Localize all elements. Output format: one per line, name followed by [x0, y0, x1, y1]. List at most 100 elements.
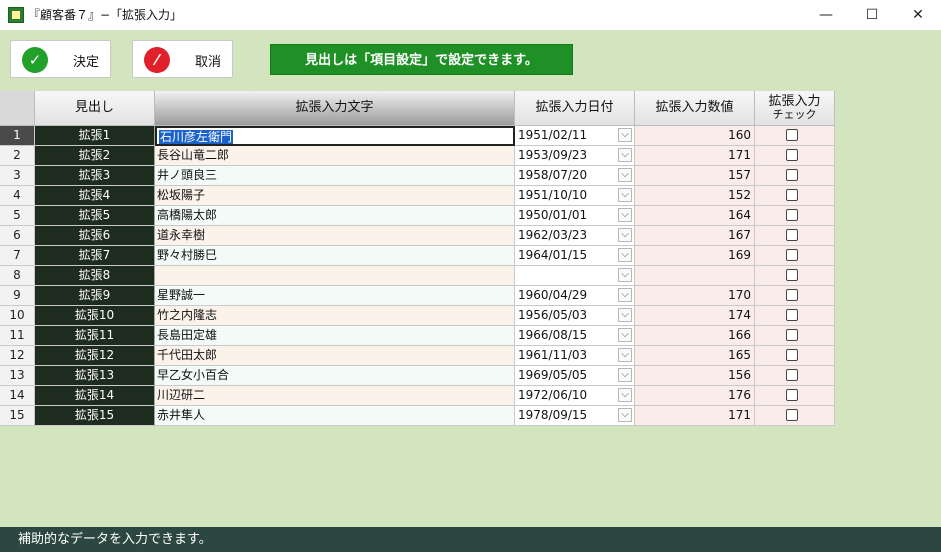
row-number[interactable]: 12 [0, 346, 35, 366]
row-number[interactable]: 7 [0, 246, 35, 266]
number-input[interactable]: 160 [635, 126, 755, 146]
text-input[interactable]: 高橋陽太郎 [155, 206, 515, 226]
number-input[interactable]: 164 [635, 206, 755, 226]
chevron-down-icon[interactable]: ⌵ [618, 268, 632, 282]
date-input[interactable]: 1956/05/03 ⌵ [515, 306, 635, 326]
ok-button[interactable]: ✓ 決定 [10, 40, 111, 78]
row-number[interactable]: 14 [0, 386, 35, 406]
row-number[interactable]: 2 [0, 146, 35, 166]
text-input[interactable]: 早乙女小百合 [155, 366, 515, 386]
date-input[interactable]: 1978/09/15 ⌵ [515, 406, 635, 426]
row-number[interactable]: 13 [0, 366, 35, 386]
row-number[interactable]: 6 [0, 226, 35, 246]
header-date[interactable]: 拡張入力日付 [515, 91, 635, 126]
number-input[interactable]: 166 [635, 326, 755, 346]
row-number[interactable]: 11 [0, 326, 35, 346]
date-input[interactable]: 1960/04/29 ⌵ [515, 286, 635, 306]
number-input[interactable]: 176 [635, 386, 755, 406]
text-input[interactable]: 竹之内隆志 [155, 306, 515, 326]
row-checkbox[interactable] [786, 309, 798, 321]
text-input[interactable]: 井ノ頭良三 [155, 166, 515, 186]
text-input[interactable]: 松坂陽子 [155, 186, 515, 206]
number-input[interactable]: 157 [635, 166, 755, 186]
row-checkbox[interactable] [786, 389, 798, 401]
row-number[interactable]: 10 [0, 306, 35, 326]
number-input[interactable]: 156 [635, 366, 755, 386]
date-input[interactable]: 1951/02/11 ⌵ [515, 126, 635, 146]
date-input[interactable]: 1953/09/23 ⌵ [515, 146, 635, 166]
chevron-down-icon[interactable]: ⌵ [618, 188, 632, 202]
row-number[interactable]: 4 [0, 186, 35, 206]
date-input[interactable]: 1972/06/10 ⌵ [515, 386, 635, 406]
text-input[interactable]: 道永幸樹 [155, 226, 515, 246]
minimize-button[interactable]: — [803, 0, 849, 30]
row-checkbox[interactable] [786, 349, 798, 361]
row-checkbox[interactable] [786, 149, 798, 161]
text-input[interactable]: 長谷山竜二郎 [155, 146, 515, 166]
text-input[interactable]: 赤井隼人 [155, 406, 515, 426]
row-number[interactable]: 3 [0, 166, 35, 186]
chevron-down-icon[interactable]: ⌵ [618, 148, 632, 162]
date-input[interactable]: 1961/11/03 ⌵ [515, 346, 635, 366]
number-input[interactable]: 165 [635, 346, 755, 366]
maximize-button[interactable]: ☐ [849, 0, 895, 30]
number-input[interactable]: 171 [635, 406, 755, 426]
text-input[interactable]: 星野誠一 [155, 286, 515, 306]
row-checkbox[interactable] [786, 409, 798, 421]
row-checkbox[interactable] [786, 189, 798, 201]
text-input[interactable]: 野々村勝巳 [155, 246, 515, 266]
date-input[interactable]: ⌵ [515, 266, 635, 286]
close-button[interactable]: ✕ [895, 0, 941, 30]
row-checkbox[interactable] [786, 329, 798, 341]
chevron-down-icon[interactable]: ⌵ [618, 208, 632, 222]
number-input[interactable]: 167 [635, 226, 755, 246]
chevron-down-icon[interactable]: ⌵ [618, 248, 632, 262]
number-input[interactable]: 152 [635, 186, 755, 206]
text-input[interactable] [155, 266, 515, 286]
row-checkbox[interactable] [786, 169, 798, 181]
text-input[interactable]: 千代田太郎 [155, 346, 515, 366]
date-input[interactable]: 1950/01/01 ⌵ [515, 206, 635, 226]
date-input[interactable]: 1951/10/10 ⌵ [515, 186, 635, 206]
number-input[interactable]: 171 [635, 146, 755, 166]
chevron-down-icon[interactable]: ⌵ [618, 168, 632, 182]
date-input[interactable]: 1962/03/23 ⌵ [515, 226, 635, 246]
chevron-down-icon[interactable]: ⌵ [618, 368, 632, 382]
row-number[interactable]: 8 [0, 266, 35, 286]
row-checkbox[interactable] [786, 269, 798, 281]
row-number[interactable]: 5 [0, 206, 35, 226]
row-checkbox[interactable] [786, 129, 798, 141]
date-input[interactable]: 1964/01/15 ⌵ [515, 246, 635, 266]
date-input[interactable]: 1958/07/20 ⌵ [515, 166, 635, 186]
chevron-down-icon[interactable]: ⌵ [618, 328, 632, 342]
chevron-down-icon[interactable]: ⌵ [618, 348, 632, 362]
text-input[interactable]: 石川彦左衛門 [155, 126, 515, 146]
text-input[interactable]: 長島田定雄 [155, 326, 515, 346]
number-input[interactable] [635, 266, 755, 286]
chevron-down-icon[interactable]: ⌵ [618, 228, 632, 242]
customer-app-icon[interactable] [8, 7, 24, 23]
chevron-down-icon[interactable]: ⌵ [618, 388, 632, 402]
chevron-down-icon[interactable]: ⌵ [618, 308, 632, 322]
row-number[interactable]: 1 [0, 126, 35, 146]
text-input[interactable]: 川辺研二 [155, 386, 515, 406]
number-input[interactable]: 169 [635, 246, 755, 266]
cancel-button[interactable]: ⁄ 取消 [132, 40, 233, 78]
number-input[interactable]: 170 [635, 286, 755, 306]
chevron-down-icon[interactable]: ⌵ [618, 288, 632, 302]
date-input[interactable]: 1969/05/05 ⌵ [515, 366, 635, 386]
row-checkbox[interactable] [786, 229, 798, 241]
row-number[interactable]: 9 [0, 286, 35, 306]
date-input[interactable]: 1966/08/15 ⌵ [515, 326, 635, 346]
row-checkbox[interactable] [786, 289, 798, 301]
chevron-down-icon[interactable]: ⌵ [618, 408, 632, 422]
chevron-down-icon[interactable]: ⌵ [618, 128, 632, 142]
row-checkbox[interactable] [786, 369, 798, 381]
number-input[interactable]: 174 [635, 306, 755, 326]
row-checkbox[interactable] [786, 249, 798, 261]
header-number[interactable]: 拡張入力数値 [635, 91, 755, 126]
header-text[interactable]: 拡張入力文字 [155, 91, 515, 126]
row-number[interactable]: 15 [0, 406, 35, 426]
row-checkbox[interactable] [786, 209, 798, 221]
header-check[interactable]: 拡張入力 チェック [755, 91, 835, 126]
